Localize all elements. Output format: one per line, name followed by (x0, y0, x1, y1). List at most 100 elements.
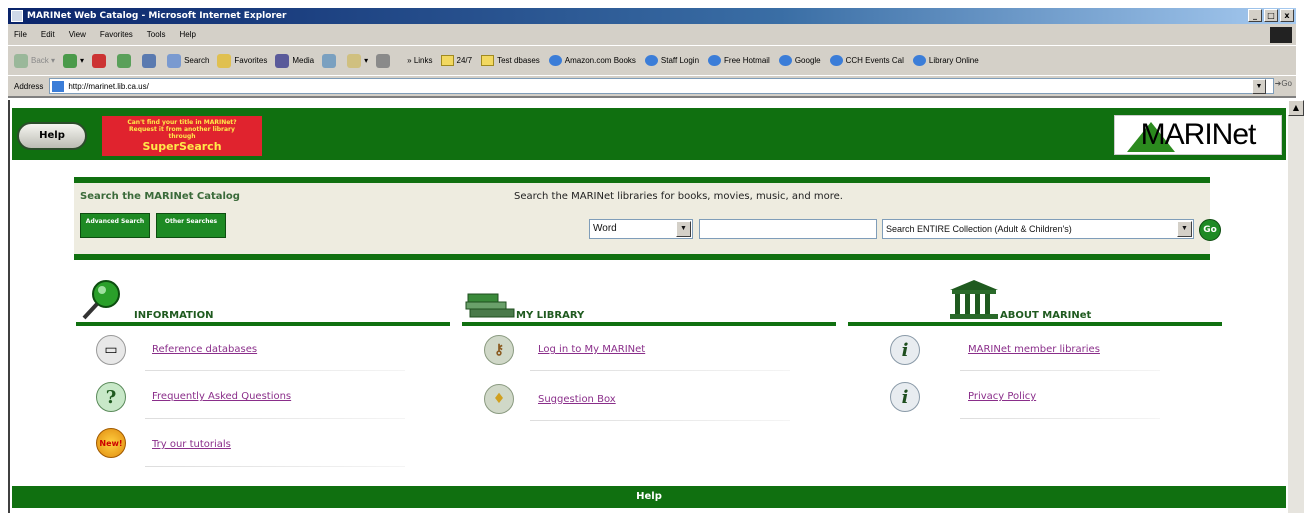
window-titlebar: MARINet Web Catalog - Microsoft Internet… (8, 8, 1296, 24)
vertical-scrollbar[interactable]: ▲ (1288, 100, 1304, 513)
back-button[interactable]: Back ▾ (14, 53, 55, 68)
link-library-online[interactable]: Library Online (912, 55, 979, 66)
address-url: http://marinet.lib.ca.us/ (68, 81, 149, 91)
footer-help-link[interactable]: Help (12, 486, 1286, 508)
computer-icon: ▭ (96, 335, 126, 365)
forward-arrow-icon (63, 53, 78, 68)
divider (145, 370, 405, 371)
link-staff-login[interactable]: Staff Login (644, 55, 699, 66)
key-icon: ⚷ (484, 335, 514, 365)
address-go-button[interactable]: ➜Go (1275, 79, 1292, 88)
search-description: Search the MARINet libraries for books, … (514, 191, 843, 202)
go-button[interactable]: Go (1199, 219, 1221, 241)
divider (960, 370, 1160, 371)
history-icon (322, 53, 337, 68)
my-library-rule (462, 322, 836, 326)
maximize-button[interactable]: □ (1264, 9, 1278, 22)
address-bar: Address http://marinet.lib.ca.us/ ▼ ➜Go (8, 76, 1296, 98)
link-free-hotmail[interactable]: Free Hotmail (708, 55, 770, 66)
link-google[interactable]: Google (778, 55, 821, 66)
link-suggestion-box[interactable]: Suggestion Box (538, 394, 616, 405)
link-cch-events[interactable]: CCH Events Cal (829, 55, 904, 66)
link-member-libraries[interactable]: MARINet member libraries (968, 344, 1100, 355)
my-library-heading: MY LIBRARY (516, 310, 585, 321)
question-icon: ? (96, 382, 126, 412)
search-scope-select[interactable]: Search ENTIRE Collection (Adult & Childr… (882, 219, 1194, 239)
marinet-logo: MARINet (1114, 115, 1282, 155)
top-banner: Help Can't find your title in MARINet? R… (12, 108, 1286, 160)
folder-icon (440, 55, 454, 66)
other-searches-button[interactable]: Other Searches (156, 213, 226, 238)
info-icon: i (890, 382, 920, 412)
print-icon (376, 53, 391, 68)
search-icon (167, 53, 182, 68)
ie-page-icon (548, 55, 562, 66)
media-icon (275, 53, 290, 68)
link-amazon-books[interactable]: Amazon.com Books (548, 55, 636, 66)
ie-page-icon (829, 55, 843, 66)
link-reference-databases[interactable]: Reference databases (152, 344, 257, 355)
address-dropdown-button[interactable]: ▼ (1252, 79, 1266, 94)
link-test-dbases[interactable]: Test dbases (481, 55, 540, 66)
mail-button[interactable]: ▾ (347, 53, 368, 68)
scroll-up-button[interactable]: ▲ (1288, 100, 1304, 116)
menu-favorites[interactable]: Favorites (100, 30, 133, 39)
ie-page-icon (708, 55, 722, 66)
search-type-select[interactable]: Word ▼ (589, 219, 693, 239)
favorites-icon (217, 53, 232, 68)
link-tutorials[interactable]: Try our tutorials (152, 439, 231, 450)
forward-button[interactable]: ▾ (63, 53, 84, 68)
link-247[interactable]: 24/7 (440, 55, 472, 66)
menu-edit[interactable]: Edit (41, 30, 55, 39)
link-faq[interactable]: Frequently Asked Questions (152, 391, 291, 402)
advanced-search-button[interactable]: Advanced Search (80, 213, 150, 238)
favorites-button[interactable]: Favorites (217, 53, 267, 68)
menu-file[interactable]: File (14, 30, 27, 39)
history-button[interactable] (322, 53, 339, 68)
divider (960, 418, 1160, 419)
link-privacy-policy[interactable]: Privacy Policy (968, 391, 1036, 402)
link-login-my-marinet[interactable]: Log in to My MARINet (538, 344, 645, 355)
chevron-down-icon: ▼ (676, 221, 691, 237)
menu-help[interactable]: Help (179, 30, 195, 39)
refresh-button[interactable] (117, 53, 134, 68)
refresh-icon (117, 53, 132, 68)
stop-button[interactable] (92, 53, 109, 68)
lightbulb-icon: ♦ (484, 384, 514, 414)
menu-tools[interactable]: Tools (147, 30, 166, 39)
close-button[interactable]: x (1280, 9, 1294, 22)
address-input[interactable]: http://marinet.lib.ca.us/ (49, 78, 1275, 94)
mail-icon (347, 53, 362, 68)
address-label: Address (14, 81, 44, 91)
ie-page-icon (912, 55, 926, 66)
home-button[interactable] (142, 53, 159, 68)
page-viewport: Help Can't find your title in MARINet? R… (8, 100, 1288, 513)
windows-logo-icon (1270, 27, 1292, 43)
minimize-button[interactable]: _ (1248, 9, 1262, 22)
magnifier-icon (82, 280, 120, 320)
media-button[interactable]: Media (275, 53, 314, 68)
ie-page-icon (644, 55, 658, 66)
search-input[interactable] (699, 219, 877, 239)
divider (145, 466, 405, 467)
page-icon (52, 80, 65, 92)
divider (145, 418, 405, 419)
new-badge-icon: New! (96, 428, 126, 458)
chevron-down-icon: ▼ (1177, 221, 1192, 237)
search-panel: Search the MARINet Catalog Advanced Sear… (74, 177, 1221, 260)
ie-app-icon (11, 10, 23, 22)
help-button[interactable]: Help (17, 122, 87, 150)
supersearch-banner[interactable]: Can't find your title in MARINet? Reques… (102, 116, 262, 156)
menu-bar: File Edit View Favorites Tools Help (8, 24, 1296, 46)
print-button[interactable] (376, 53, 393, 68)
search-button[interactable]: Search (167, 53, 209, 68)
stop-icon (92, 53, 107, 68)
window-title: MARINet Web Catalog - Microsoft Internet… (27, 11, 287, 21)
menu-view[interactable]: View (69, 30, 86, 39)
back-arrow-icon (14, 53, 28, 68)
information-heading: INFORMATION (134, 310, 214, 321)
information-rule (76, 322, 450, 326)
links-label: » Links (407, 56, 433, 65)
folder-icon (481, 55, 495, 66)
home-icon (142, 53, 157, 68)
